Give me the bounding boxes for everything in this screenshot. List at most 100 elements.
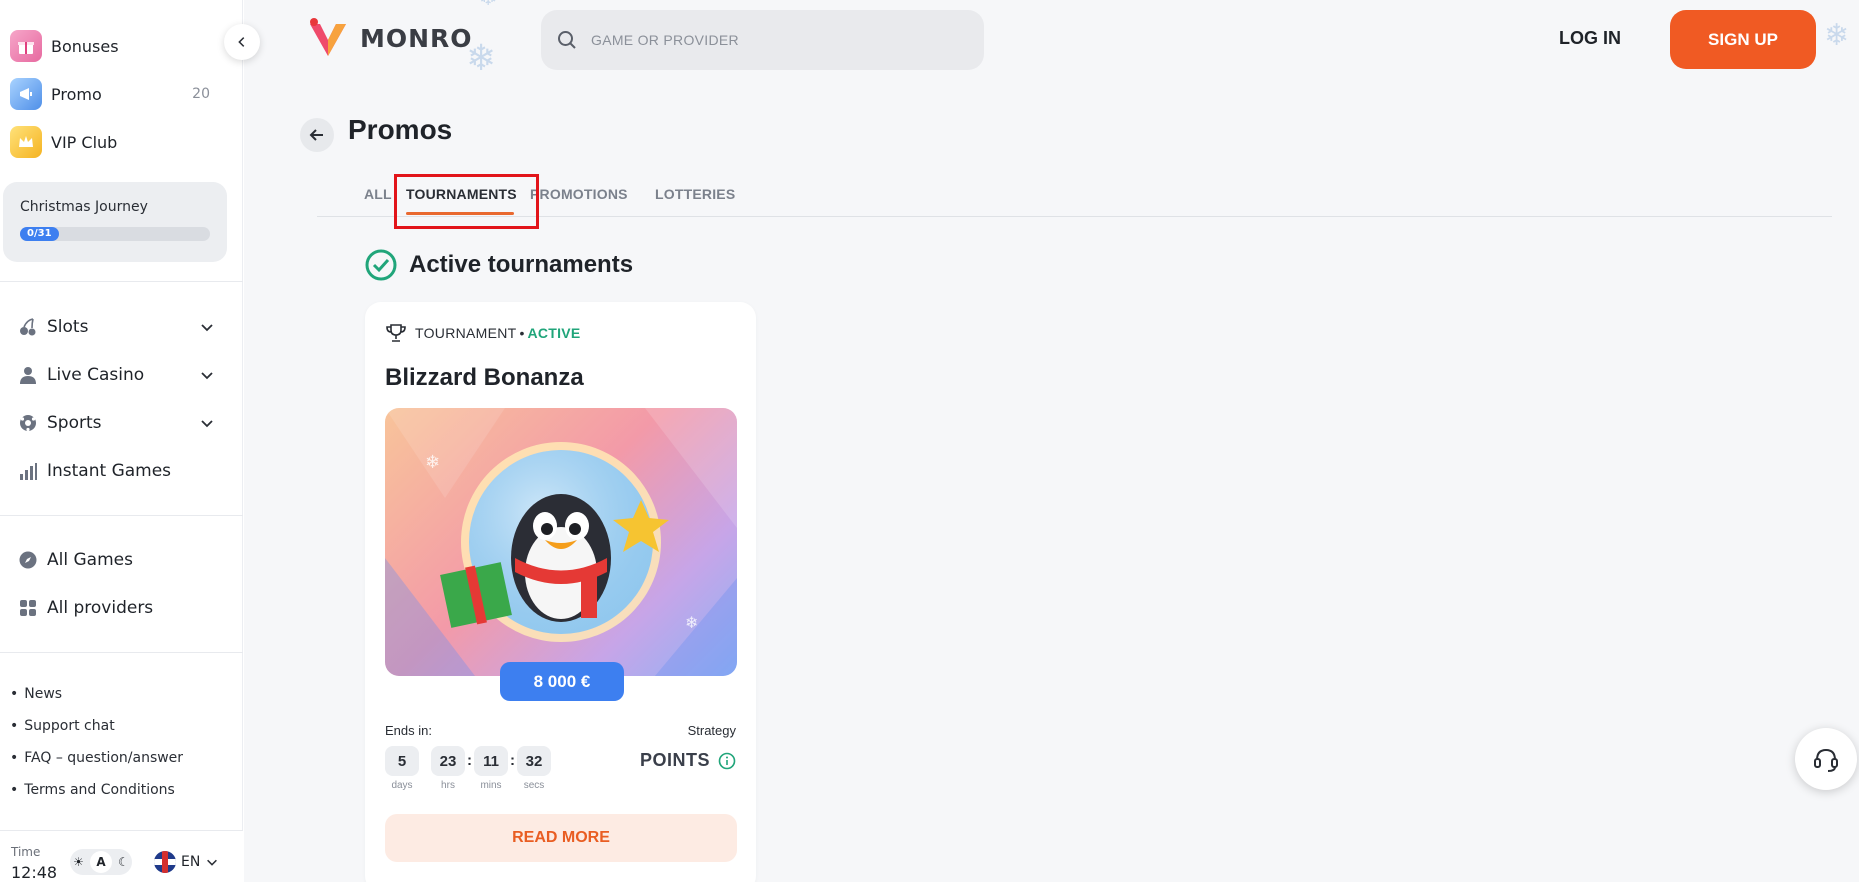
sidebar-nav-secondary: All Games All providers [0,536,243,632]
sidebar-nav: Slots Live Casino Sports Instant Games [0,303,243,495]
prize-pool-badge: 8 000 € [500,662,624,701]
signup-button[interactable]: SIGN UP [1670,10,1816,69]
ball-icon [18,413,38,433]
time-label: Time [11,845,41,859]
sidebar-item-sports[interactable]: Sports [0,399,243,447]
check-circle-icon [365,249,397,281]
sidebar-item-label: All providers [47,598,154,618]
timer-hours: 23 hrs [431,746,465,791]
chevron-down-icon[interactable] [199,319,215,335]
timer-separator: : [467,752,472,769]
sidebar-divider [0,652,243,653]
sidebar-item-vip-club[interactable]: VIP Club [0,118,242,166]
sidebar-divider [0,281,243,282]
info-icon[interactable] [718,752,736,770]
search-icon [558,31,576,49]
snowflake-icon: ❄ [1824,18,1850,53]
penguin-illustration: ❄ ❄ [385,408,737,676]
language-code: EN [181,854,201,870]
login-button[interactable]: LOG IN [1559,28,1621,49]
promo-tabs: ALL TOURNAMENTS PROMOTIONS LOTTERIES [317,182,1832,217]
journey-title: Christmas Journey [20,199,148,215]
sidebar-item-live-casino[interactable]: Live Casino [0,351,243,399]
sidebar-item-slots[interactable]: Slots [0,303,243,351]
ends-in-label: Ends in: [385,723,432,738]
theme-auto-option[interactable]: A [90,851,112,873]
headset-icon [1814,748,1838,772]
page-title: Promos [348,114,453,145]
search-input[interactable] [591,32,951,48]
timer-unit: secs [523,780,545,791]
strategy-row: POINTS [640,750,736,771]
search-bar[interactable] [541,10,984,70]
moon-icon[interactable]: ☾ [118,855,129,869]
back-button[interactable] [300,118,334,152]
compass-icon [18,550,38,570]
chevron-left-icon [238,37,245,47]
trophy-icon [386,324,406,342]
sidebar-item-all-providers[interactable]: All providers [0,584,243,632]
grid-icon [18,598,38,618]
chevron-down-icon[interactable] [199,367,215,383]
link-faq[interactable]: FAQ – question/answer [10,742,183,774]
link-terms[interactable]: Terms and Conditions [10,774,183,806]
section-title: Active tournaments [409,251,634,278]
sun-icon[interactable]: ☀ [73,855,84,869]
bar-chart-icon [18,461,38,481]
sidebar-item-label: Bonuses [51,36,119,56]
sidebar-item-label: VIP Club [51,132,118,152]
timer-value: 23 [431,746,465,776]
megaphone-icon [10,78,42,110]
card-title: Blizzard Bonanza [385,364,584,391]
timer-unit: mins [480,780,502,791]
section-header: Active tournaments [365,249,633,281]
monro-logo-icon [310,18,346,56]
sidebar: Bonuses Promo 20 VIP Club Christmas Jour… [0,0,243,882]
active-tab-indicator [406,212,514,215]
strategy-value: POINTS [639,750,710,770]
timer-value: 5 [385,746,419,776]
sidebar-top-links: Bonuses Promo 20 VIP Club [0,0,242,166]
timer-unit: hrs [441,780,455,791]
cherry-icon [18,317,38,337]
crown-icon [10,126,42,158]
journey-progress-bar: 0/31 [20,227,210,241]
sidebar-item-all-games[interactable]: All Games [0,536,243,584]
card-type-row: TOURNAMENT • ACTIVE [385,322,581,344]
sidebar-item-bonuses[interactable]: Bonuses [0,22,242,70]
sidebar-item-promo[interactable]: Promo 20 [0,70,242,118]
sidebar-footer: Time 12:48 ☀ A ☾ EN [0,830,243,882]
tab-promotions[interactable]: PROMOTIONS [530,186,628,202]
language-selector[interactable]: EN [154,851,219,873]
logo-text: MONRO [360,23,473,53]
sidebar-item-instant-games[interactable]: Instant Games [0,447,243,495]
tab-all[interactable]: ALL [364,186,392,202]
sidebar-divider [0,515,243,516]
read-more-button[interactable]: READ MORE [385,814,737,862]
timer-seconds: 32 secs [517,746,551,791]
theme-switcher[interactable]: ☀ A ☾ [70,849,132,875]
sidebar-item-label: All Games [47,550,133,570]
christmas-journey-widget[interactable]: Christmas Journey 0/31 [3,182,227,262]
timer-minutes: 11 mins [474,746,508,791]
sidebar-item-label: Promo [51,84,102,104]
sidebar-item-label: Instant Games [47,461,172,481]
chevron-down-icon[interactable] [199,415,215,431]
tournament-banner-image[interactable]: ❄ ❄ [385,408,737,676]
timer-value: 11 [474,746,508,776]
timer-days: 5 days [385,746,419,791]
support-chat-button[interactable] [1795,728,1857,790]
sidebar-collapse-button[interactable] [224,24,260,60]
logo[interactable]: MONRO [306,16,473,60]
time-value: 12:48 [11,863,58,882]
link-news[interactable]: News [10,678,183,710]
svg-text:❄: ❄ [685,613,698,632]
link-support-chat[interactable]: Support chat [10,710,183,742]
tab-tournaments[interactable]: TOURNAMENTS [406,186,517,202]
tournament-card[interactable]: TOURNAMENT • ACTIVE Blizzard Bonanza ❄ ❄… [365,302,756,882]
sidebar-item-label: Live Casino [47,365,145,385]
gift-icon [10,30,42,62]
tab-lotteries[interactable]: LOTTERIES [655,186,735,202]
journey-progress-value: 0/31 [20,227,59,241]
strategy-label: Strategy [687,723,736,738]
